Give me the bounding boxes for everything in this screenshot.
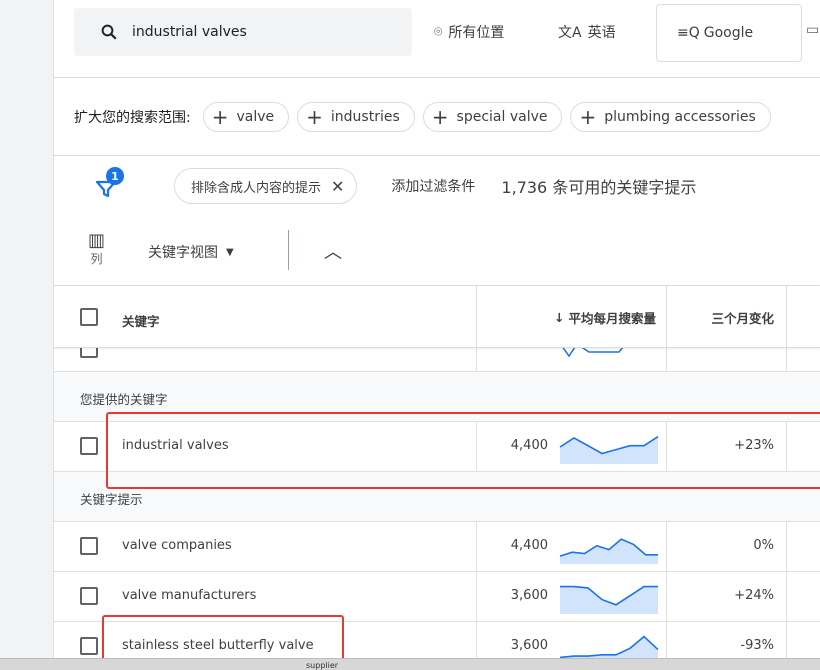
sparkline-area bbox=[560, 586, 658, 614]
language-label: 英语 bbox=[587, 25, 616, 41]
row-checkbox[interactable] bbox=[80, 348, 98, 358]
translate-icon: 文A bbox=[558, 25, 582, 41]
columns-icon: ▥ bbox=[88, 230, 106, 251]
result-count: 1,736 条可用的关键字提示 bbox=[501, 178, 697, 197]
row-checkbox[interactable] bbox=[80, 637, 98, 655]
divider bbox=[288, 230, 289, 270]
adult-filter-chip[interactable]: 排除含成人内容的提示 ✕ bbox=[174, 168, 358, 204]
taskbar: supplier bbox=[0, 658, 820, 670]
row-volume: 4,400 bbox=[510, 538, 548, 553]
partial-sparkline bbox=[562, 348, 624, 358]
header-three-month-change[interactable]: 三个月变化 bbox=[666, 286, 786, 348]
header-avg-monthly-searches[interactable]: ↓ 平均每月搜索量 bbox=[476, 286, 666, 348]
taskbar-label: supplier bbox=[306, 661, 339, 670]
plus-icon: + bbox=[211, 104, 229, 129]
close-icon[interactable]: ✕ bbox=[331, 177, 344, 196]
row-keyword[interactable]: valve manufacturers bbox=[122, 588, 256, 603]
header-more-columns bbox=[786, 286, 820, 348]
keyword-view-dropdown[interactable]: 关键字视图 ▼ bbox=[148, 242, 234, 262]
select-all-checkbox[interactable] bbox=[80, 308, 98, 326]
add-filter-link[interactable]: 添加过滤条件 bbox=[391, 176, 475, 196]
dropdown-arrow-icon: ▼ bbox=[226, 246, 234, 258]
collapse-chevron-up-icon[interactable]: ︿ bbox=[324, 238, 342, 264]
broaden-chip-valve[interactable]: + valve bbox=[202, 101, 290, 132]
highlight-box-butterfly-valve bbox=[102, 615, 344, 663]
broaden-chip-industries[interactable]: + industries bbox=[297, 101, 415, 132]
row-volume: 3,600 bbox=[510, 638, 548, 653]
filter-row: 1 排除含成人内容的提示 ✕ 添加过滤条件 1,736 条可用的关键字提示 bbox=[54, 156, 820, 216]
table-row-partial bbox=[54, 348, 820, 372]
search-network-icon: ≡Q bbox=[677, 25, 700, 41]
network-label: Google bbox=[703, 25, 754, 41]
location-pin-icon: ⌾ bbox=[434, 24, 443, 40]
keyword-planner-panel: industrial valves ⌾ 所有位置 文A 英语 ≡Q Google… bbox=[54, 0, 820, 670]
search-icon bbox=[101, 24, 117, 40]
row-keyword[interactable]: valve companies bbox=[122, 538, 232, 553]
search-input[interactable]: industrial valves bbox=[74, 8, 412, 56]
search-bar-row: industrial valves ⌾ 所有位置 文A 英语 ≡Q Google… bbox=[54, 0, 820, 78]
table-header: 关键字 ↓ 平均每月搜索量 三个月变化 bbox=[54, 286, 820, 348]
plus-icon: + bbox=[306, 104, 323, 129]
broaden-label: 扩大您的搜索范围: bbox=[74, 109, 191, 126]
trend-sparkline bbox=[560, 585, 658, 614]
language-selector[interactable]: 文A 英语 bbox=[558, 22, 616, 42]
highlight-box-provided-keyword bbox=[106, 412, 820, 489]
columns-label: 列 bbox=[90, 252, 103, 266]
adult-filter-label: 排除含成人内容的提示 bbox=[191, 180, 322, 196]
filter-count-badge: 1 bbox=[106, 167, 124, 185]
network-selector[interactable]: ≡Q Google bbox=[656, 4, 802, 62]
row-change: 0% bbox=[753, 538, 774, 553]
search-query: industrial valves bbox=[132, 24, 247, 40]
row-checkbox[interactable] bbox=[80, 587, 98, 605]
filter-button[interactable]: 1 bbox=[94, 167, 124, 201]
location-label: 所有位置 bbox=[448, 25, 505, 41]
broaden-search-row: 扩大您的搜索范围: + valve + industries + special va… bbox=[54, 78, 820, 156]
location-selector[interactable]: ⌾ 所有位置 bbox=[434, 22, 504, 42]
sparkline-area bbox=[560, 539, 658, 564]
broaden-chip-special-valve[interactable]: + special valve bbox=[422, 101, 563, 132]
row-volume: 3,600 bbox=[510, 588, 548, 603]
calendar-icon[interactable]: ▭ bbox=[806, 22, 819, 38]
view-toolbar: ▥ 列 关键字视图 ▼ ︿ bbox=[54, 216, 820, 286]
row-change: +24% bbox=[734, 588, 774, 603]
left-rail bbox=[0, 0, 54, 670]
keyword-view-label: 关键字视图 bbox=[148, 245, 218, 261]
header-keyword[interactable]: 关键字 bbox=[122, 311, 160, 330]
row-change: -93% bbox=[740, 638, 774, 653]
sort-down-arrow-icon: ↓ bbox=[554, 309, 565, 325]
plus-icon: + bbox=[431, 104, 449, 129]
table-row[interactable]: valve companies 4,400 0% bbox=[54, 522, 820, 572]
plus-icon: + bbox=[579, 104, 597, 129]
row-checkbox[interactable] bbox=[80, 437, 98, 455]
row-checkbox[interactable] bbox=[80, 537, 98, 555]
broaden-chip-plumbing-accessories[interactable]: + plumbing accessories bbox=[570, 101, 771, 132]
columns-button[interactable]: ▥ 列 bbox=[88, 232, 105, 267]
trend-sparkline bbox=[559, 538, 658, 564]
